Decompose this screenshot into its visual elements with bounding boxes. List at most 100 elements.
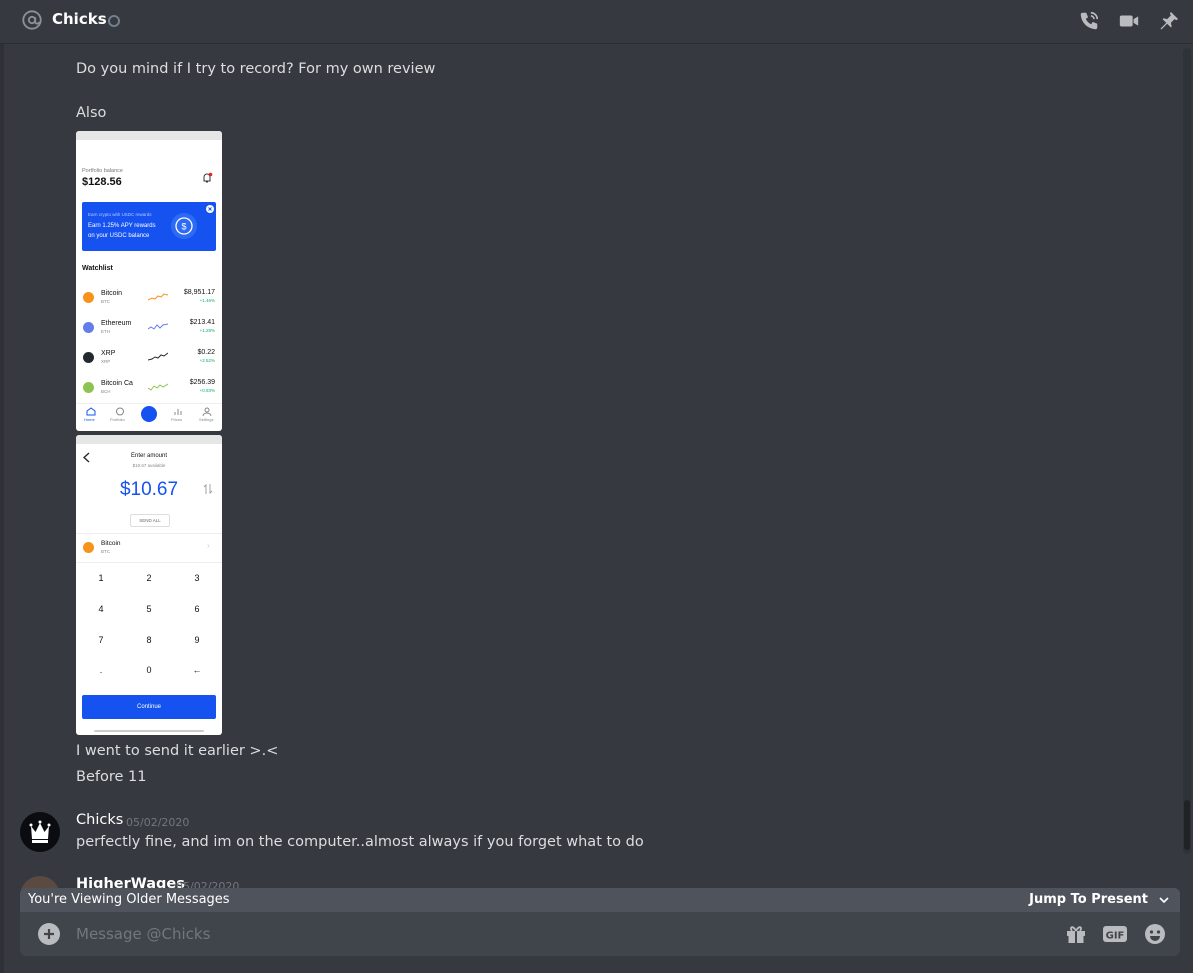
asset-price: $213.41	[189, 319, 215, 326]
image-attachment-portfolio[interactable]: Portfolio balance $128.56 Earn crypto wi…	[76, 131, 222, 431]
sparkline-icon	[148, 293, 168, 301]
keypad-key[interactable]: 2	[144, 573, 154, 583]
message-input[interactable]: Message @Chicks	[76, 925, 210, 943]
nav-home[interactable]: Home	[84, 417, 95, 422]
chevron-down-icon[interactable]	[1158, 894, 1170, 906]
keypad-key[interactable]: 1	[96, 573, 106, 583]
asset-change: +2.52%	[199, 358, 215, 363]
crown-icon	[29, 820, 51, 843]
keypad-key[interactable]: 3	[192, 573, 202, 583]
sparkline-icon	[148, 352, 168, 361]
asset-price: $0.22	[197, 349, 215, 356]
at-icon	[22, 10, 42, 30]
asset-change: +1.46%	[199, 298, 215, 303]
emoji-icon[interactable]	[1143, 922, 1167, 946]
keypad-key[interactable]: 5	[144, 604, 154, 614]
plus-icon	[44, 929, 54, 939]
image-attachment-send[interactable]: Enter amount $10.67 available $10.67 SEN…	[76, 435, 222, 735]
scrollbar-track[interactable]	[1183, 48, 1191, 854]
list-item[interactable]: Ethereum ETH $213.41 +1.28%	[76, 316, 222, 344]
pin-icon[interactable]	[1158, 10, 1180, 32]
send-all-button[interactable]: SEND ALL	[130, 514, 170, 527]
bitcoin-icon	[83, 292, 94, 303]
continue-button[interactable]: Continue	[82, 695, 216, 719]
sparkline-icon	[148, 383, 168, 391]
bottom-nav: Home Portfolio Prices Settings	[76, 403, 222, 431]
keypad-key[interactable]: 6	[192, 604, 202, 614]
jump-to-present-button[interactable]: Jump To Present	[1029, 892, 1148, 907]
keypad-key[interactable]: 8	[144, 635, 154, 645]
avatar[interactable]	[20, 812, 60, 852]
asset-name: Ethereum	[101, 320, 132, 327]
list-item[interactable]: Bitcoin BTC $8,951.17 +1.46%	[76, 286, 222, 314]
close-icon[interactable]	[206, 205, 214, 213]
message-timestamp: 05/02/2020	[126, 816, 190, 829]
asset-selector[interactable]: Bitcoin BTC ›	[76, 533, 222, 563]
portfolio-icon[interactable]	[115, 407, 125, 416]
nav-portfolio[interactable]: Portfolio	[110, 417, 125, 422]
message-text: perfectly fine, and im on the computer..…	[76, 834, 644, 850]
send-title: Enter amount	[130, 453, 168, 459]
keypad-key[interactable]: 7	[96, 635, 106, 645]
amount-display: $10.67	[119, 479, 179, 500]
keypad-key[interactable]: 0	[144, 665, 154, 675]
bitcoin-cash-icon	[83, 382, 94, 393]
keypad-key[interactable]: 4	[96, 604, 106, 614]
channel-header: Chicks	[0, 0, 1193, 44]
list-item[interactable]: XRP XRP $0.22 +2.52%	[76, 346, 222, 374]
available-balance: $10.67 available	[132, 463, 166, 468]
prices-icon[interactable]	[173, 407, 183, 416]
promo-card[interactable]: Earn crypto with USDC rewards Earn 1.25%…	[82, 202, 216, 251]
swap-icon[interactable]	[203, 483, 213, 495]
asset-ticker: ETH	[101, 329, 110, 334]
message-input-box: Message @Chicks GIF	[20, 912, 1180, 956]
balance-label: Portfolio balance	[82, 168, 123, 174]
balance-value: $128.56	[82, 176, 122, 188]
sparkline-icon	[148, 323, 168, 330]
home-icon[interactable]	[86, 407, 96, 416]
asset-name: XRP	[101, 350, 116, 357]
usdc-icon: $	[171, 213, 197, 239]
asset-change: +0.93%	[199, 388, 215, 393]
older-messages-bar: You're Viewing Older Messages Jump To Pr…	[20, 888, 1180, 912]
asset-ticker: BTC	[101, 549, 110, 554]
keypad-key[interactable]: 9	[192, 635, 202, 645]
phone-status-bar	[76, 131, 222, 140]
message-text: Before 11	[76, 769, 147, 785]
xrp-icon	[83, 352, 94, 363]
backspace-key[interactable]: ←	[192, 665, 202, 675]
older-messages-text: You're Viewing Older Messages	[28, 892, 230, 907]
gif-icon[interactable]: GIF	[1102, 922, 1128, 946]
nav-settings[interactable]: Settings	[199, 417, 213, 422]
promo-line-1: Earn 1.25% APY rewards	[88, 223, 156, 229]
video-call-icon[interactable]	[1118, 10, 1140, 32]
message-text: Also	[76, 105, 107, 121]
status-offline-icon	[108, 15, 120, 27]
message-author[interactable]: Chicks	[76, 812, 123, 828]
scrollbar-thumb[interactable]	[1184, 800, 1190, 850]
asset-name: Bitcoin	[101, 290, 123, 297]
home-indicator	[94, 730, 204, 732]
channel-name[interactable]: Chicks	[52, 10, 107, 28]
trade-icon[interactable]	[141, 406, 157, 422]
settings-icon[interactable]	[202, 407, 212, 416]
asset-ticker: BTC	[101, 299, 110, 304]
promo-line-2: on your USDC balance	[88, 233, 150, 239]
keypad-key[interactable]: .	[96, 665, 106, 675]
asset-price: $8,951.17	[183, 289, 215, 296]
phone-call-icon[interactable]	[1078, 10, 1100, 32]
asset-ticker: XRP	[101, 359, 111, 364]
nav-prices[interactable]: Prices	[171, 417, 182, 422]
list-item[interactable]: Bitcoin Ca BCH $256.39 +0.93%	[76, 376, 222, 404]
asset-name: Bitcoin Ca	[101, 380, 133, 387]
message-text: I went to send it earlier >.<	[76, 743, 279, 759]
left-edge	[0, 44, 4, 973]
ethereum-icon	[83, 322, 94, 333]
add-attachment-button[interactable]	[38, 923, 60, 945]
chevron-right-icon: ›	[207, 541, 210, 550]
asset-price: $256.39	[189, 379, 215, 386]
bitcoin-icon	[83, 542, 94, 553]
gift-icon[interactable]	[1064, 922, 1088, 946]
phone-status-bar	[76, 435, 222, 444]
message-text: Do you mind if I try to record? For my o…	[76, 61, 436, 77]
